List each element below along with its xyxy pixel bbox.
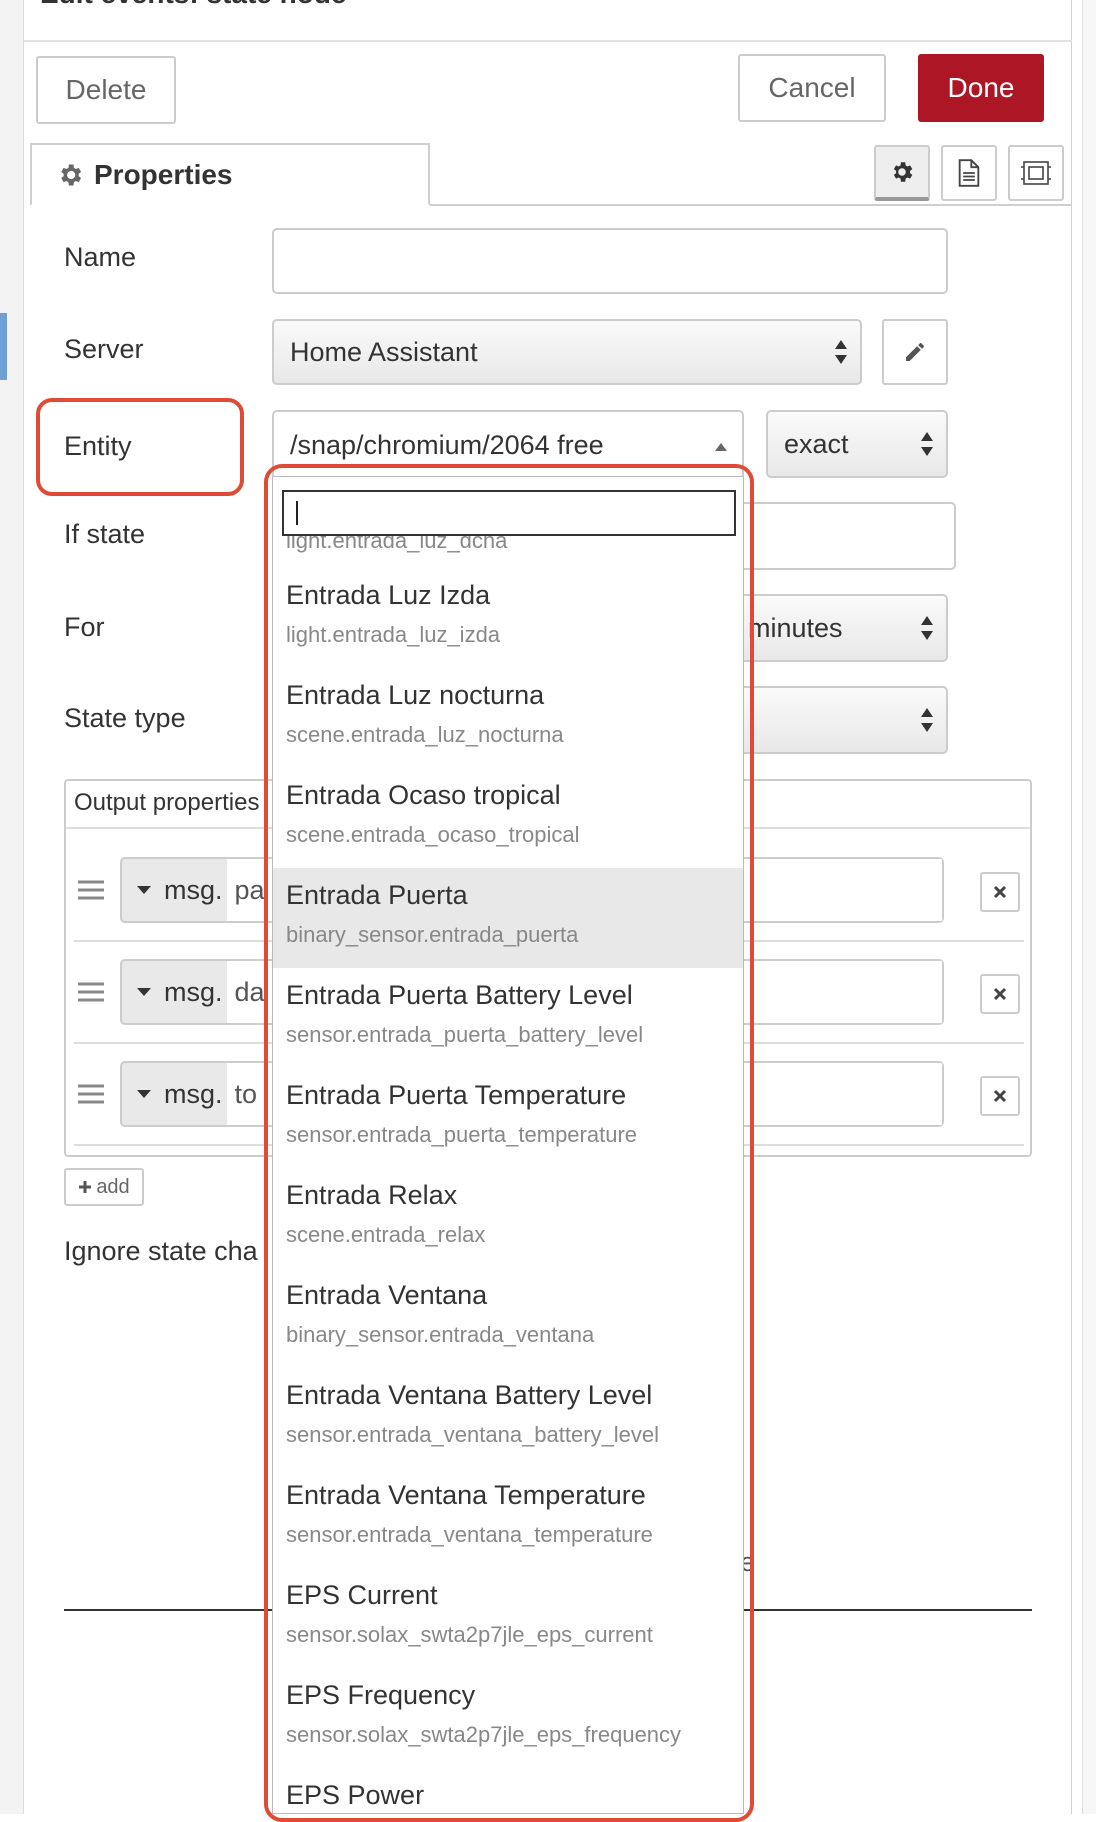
ignore-state-label: Ignore state cha [64, 1236, 258, 1266]
caret-up-icon [715, 443, 727, 451]
if-state-input[interactable] [740, 502, 956, 570]
cancel-button[interactable]: Cancel [738, 54, 886, 122]
name-input[interactable] [272, 228, 948, 294]
updown-arrows-icon [835, 340, 847, 364]
right-scrollbar-strip[interactable] [1082, 0, 1096, 1814]
plus-icon [79, 1181, 92, 1193]
output-row-1-remove-button[interactable] [980, 872, 1020, 912]
output-row-2-remove-button[interactable] [980, 974, 1020, 1014]
server-select-value: Home Assistant [290, 336, 478, 367]
caret-down-icon [137, 988, 151, 996]
entity-combobox-value: /snap/chromium/2064 free [290, 429, 604, 460]
node-settings-button[interactable] [874, 145, 930, 201]
delete-button[interactable]: Delete [36, 56, 176, 124]
frame-icon [1021, 161, 1051, 185]
drag-handle-icon[interactable] [78, 981, 104, 1003]
server-label: Server [64, 334, 144, 364]
for-unit-select[interactable]: minutes [720, 594, 948, 662]
output-row-3-remove-button[interactable] [980, 1076, 1020, 1116]
output-row-2-prefix: msg. [164, 976, 223, 1007]
pencil-icon [906, 343, 924, 361]
caret-down-icon [137, 1090, 151, 1098]
for-label: For [64, 612, 105, 642]
entity-label-annotation [36, 398, 244, 496]
output-row-3-prefix: msg. [164, 1078, 223, 1109]
caret-down-icon [137, 886, 151, 894]
title-separator [24, 40, 1072, 42]
name-label: Name [64, 242, 137, 272]
document-icon [958, 159, 980, 187]
state-type-label: State type [64, 703, 186, 733]
drag-handle-icon[interactable] [78, 1083, 104, 1105]
entity-match-value: exact [784, 428, 849, 459]
tab-properties[interactable]: Properties [30, 143, 430, 206]
dropdown-annotation [264, 464, 754, 1822]
node-appearance-button[interactable] [1008, 145, 1064, 201]
state-type-select[interactable] [720, 686, 948, 754]
node-description-button[interactable] [941, 145, 997, 201]
drag-handle-icon[interactable] [78, 879, 104, 901]
updown-arrows-icon [921, 708, 933, 732]
output-properties-label: Output properties [74, 789, 260, 816]
updown-arrows-icon [921, 616, 933, 640]
tab-properties-label: Properties [94, 158, 233, 190]
edit-server-button[interactable] [882, 319, 948, 385]
close-icon [993, 885, 1007, 899]
add-output-label: add [96, 1175, 130, 1198]
server-select[interactable]: Home Assistant [272, 319, 862, 385]
for-unit-value: minutes [748, 612, 843, 643]
close-icon [993, 1089, 1007, 1103]
gear-icon [61, 164, 82, 185]
updown-arrows-icon [921, 432, 933, 456]
gear-icon [893, 162, 913, 182]
done-button[interactable]: Done [918, 54, 1044, 122]
entity-match-select[interactable]: exact [766, 410, 948, 478]
left-editor-strip [0, 0, 24, 1814]
close-icon [993, 987, 1007, 1001]
if-state-label: If state [64, 519, 146, 549]
dialog-title: Edit events: state node [40, 0, 347, 10]
left-node-edge [0, 313, 7, 380]
output-row-1-prefix: msg. [164, 874, 223, 905]
add-output-button[interactable]: add [64, 1168, 144, 1206]
